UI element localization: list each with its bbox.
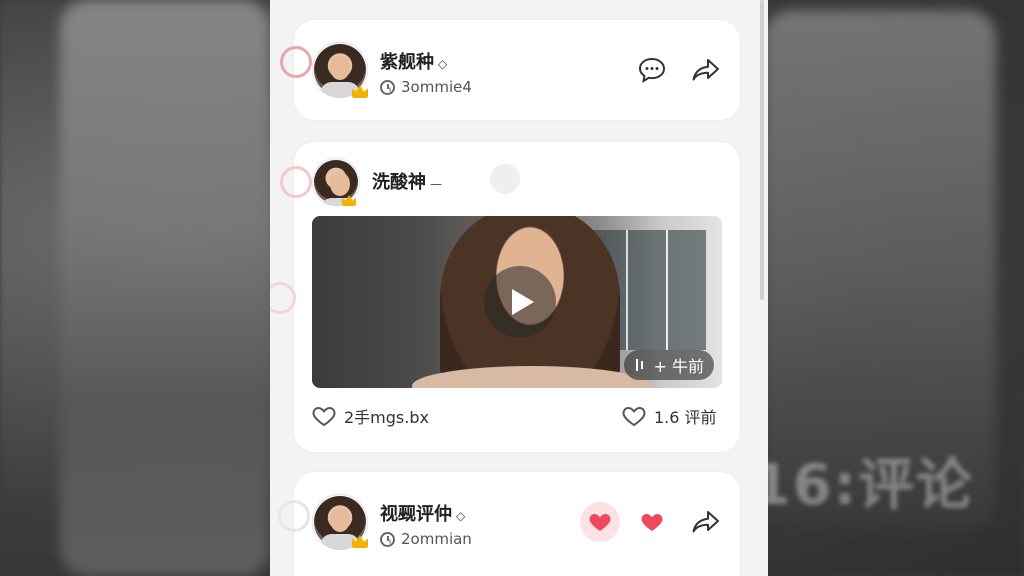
play-button[interactable] (484, 266, 556, 338)
post-time-text: 3ommie4 (401, 78, 472, 96)
badge-icon: — (430, 177, 442, 191)
author-name[interactable]: 紫舰种 ◇ (380, 48, 447, 74)
clock-icon (380, 79, 395, 95)
verified-badge-icon: ◇ (456, 509, 466, 523)
story-ring-indicator (280, 46, 312, 78)
loading-indicator (490, 164, 520, 194)
post-card: 紫舰种 ◇ 3ommie4 (280, 20, 740, 120)
like-button[interactable]: 2手mgs.bx (312, 404, 429, 428)
author-name[interactable]: 视觋评仲 ◇ (380, 500, 465, 526)
video-tag-text: + 牛前 (653, 357, 705, 376)
story-ring-indicator (270, 282, 296, 314)
post-time: 3ommie4 (380, 78, 472, 96)
heart-filled-icon (641, 514, 663, 531)
video-audio-tag[interactable]: + 牛前 (623, 350, 714, 380)
share-icon (692, 511, 719, 533)
verified-badge-icon: ◇ (438, 57, 448, 71)
story-ring-indicator (280, 166, 312, 198)
comment-count-button[interactable]: 1.6 评前 (622, 404, 717, 428)
post-card: 视觋评仲 ◇ 2ommian (278, 472, 740, 576)
like-button-active[interactable] (580, 502, 620, 542)
heart-outline-icon (622, 406, 646, 427)
share-icon (692, 59, 719, 81)
post-time: 2ommian (380, 530, 472, 548)
post-card-video: 洗酸神 — + 牛前 2手mgs.bx 1.6 评前 (270, 142, 740, 452)
heart-outline-icon (312, 406, 336, 427)
author-name[interactable]: 洗酸神 — (372, 168, 442, 194)
comment-count: 1.6 评前 (654, 408, 717, 427)
play-icon (512, 289, 534, 315)
comment-button[interactable] (636, 54, 668, 86)
post-time-text: 2ommian (401, 530, 472, 548)
feed-scrollbar[interactable] (760, 0, 764, 300)
like-button[interactable] (636, 506, 668, 538)
blurred-background-text: 16:评论 (751, 453, 974, 518)
audio-wave-icon (634, 359, 648, 371)
author-name-text[interactable]: 洗酸神 (372, 172, 426, 193)
comment-icon (638, 57, 666, 83)
like-count: 2手mgs.bx (344, 408, 429, 427)
share-button[interactable] (690, 54, 722, 86)
video-player[interactable]: + 牛前 (312, 216, 722, 388)
avatar[interactable] (312, 158, 360, 206)
feed-screen: 紫舰种 ◇ 3ommie4 洗酸神 — + 牛前 2手mgs.bx 1.6 评前… (270, 0, 768, 576)
author-name-text[interactable]: 紫舰种 (380, 52, 434, 73)
clock-icon (380, 531, 395, 547)
heart-filled-icon (589, 514, 611, 531)
story-ring-indicator (278, 500, 310, 532)
blurred-left-panel (60, 0, 270, 576)
author-name-text[interactable]: 视觋评仲 (380, 504, 452, 525)
share-button[interactable] (690, 506, 722, 538)
